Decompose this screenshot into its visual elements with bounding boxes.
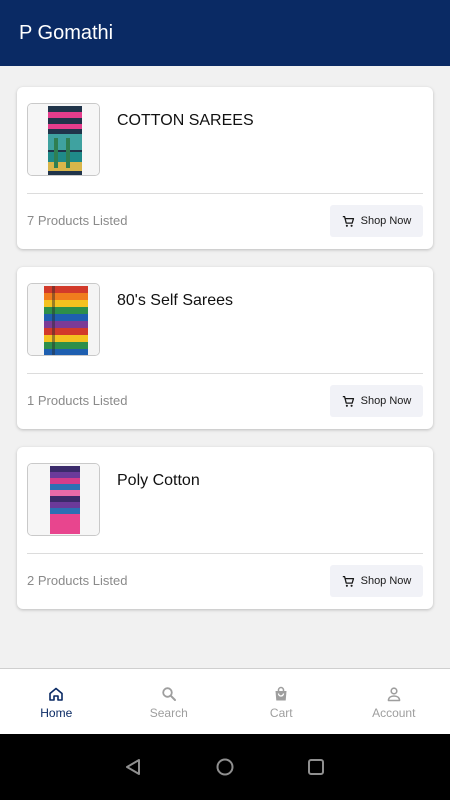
nav-label-search: Search — [149, 706, 188, 720]
category-card-cotton-sarees[interactable]: COTTON SAREES 7 Products Listed Shop Now — [17, 87, 433, 249]
system-navigation-bar — [0, 734, 450, 800]
card-divider — [27, 553, 423, 554]
home-circle-icon[interactable] — [215, 757, 235, 777]
category-list: COTTON SAREES 7 Products Listed Shop Now — [0, 66, 450, 668]
saree-image-icon — [28, 284, 99, 355]
app-bar: P Gomathi — [0, 0, 450, 66]
category-card-80s-self-sarees[interactable]: 80's Self Sarees 1 Products Listed Shop … — [17, 267, 433, 429]
bag-icon — [275, 686, 287, 701]
nav-item-cart[interactable]: Cart — [225, 669, 338, 734]
category-image — [27, 283, 100, 356]
category-image — [27, 463, 100, 536]
cart-icon — [342, 395, 354, 407]
nav-item-account[interactable]: Account — [338, 669, 450, 734]
shop-now-button[interactable]: Shop Now — [330, 205, 423, 237]
category-card-poly-cotton[interactable]: Poly Cotton 2 Products Listed Shop Now — [17, 447, 433, 609]
category-name: Poly Cotton — [117, 472, 200, 489]
category-name: COTTON SAREES — [117, 112, 254, 129]
cart-icon — [342, 215, 354, 227]
back-icon[interactable] — [123, 757, 143, 777]
bottom-navigation: Home Search Cart Account — [0, 668, 450, 734]
home-icon — [49, 687, 64, 701]
page-title: P Gomathi — [19, 22, 114, 44]
shop-now-button[interactable]: Shop Now — [330, 385, 423, 417]
card-divider — [27, 193, 423, 194]
product-count: 1 Products Listed — [27, 393, 128, 408]
shop-now-label: Shop Now — [360, 395, 412, 407]
nav-item-search[interactable]: Search — [113, 669, 226, 734]
account-icon — [387, 687, 401, 702]
saree-image-icon — [28, 104, 99, 175]
shop-now-label: Shop Now — [360, 575, 412, 587]
nav-label-account: Account — [372, 706, 416, 720]
nav-label-cart: Cart — [269, 706, 293, 720]
saree-image-icon — [28, 464, 99, 535]
card-divider — [27, 373, 423, 374]
product-count: 2 Products Listed — [27, 573, 128, 588]
shop-now-button[interactable]: Shop Now — [330, 565, 423, 597]
nav-label-home: Home — [40, 706, 73, 720]
nav-item-home[interactable]: Home — [0, 669, 113, 734]
category-name: 80's Self Sarees — [117, 292, 234, 309]
product-count: 7 Products Listed — [27, 213, 128, 228]
cart-icon — [342, 575, 354, 587]
category-image — [27, 103, 100, 176]
recents-icon[interactable] — [306, 757, 326, 777]
search-icon — [162, 687, 176, 701]
shop-now-label: Shop Now — [360, 215, 412, 227]
